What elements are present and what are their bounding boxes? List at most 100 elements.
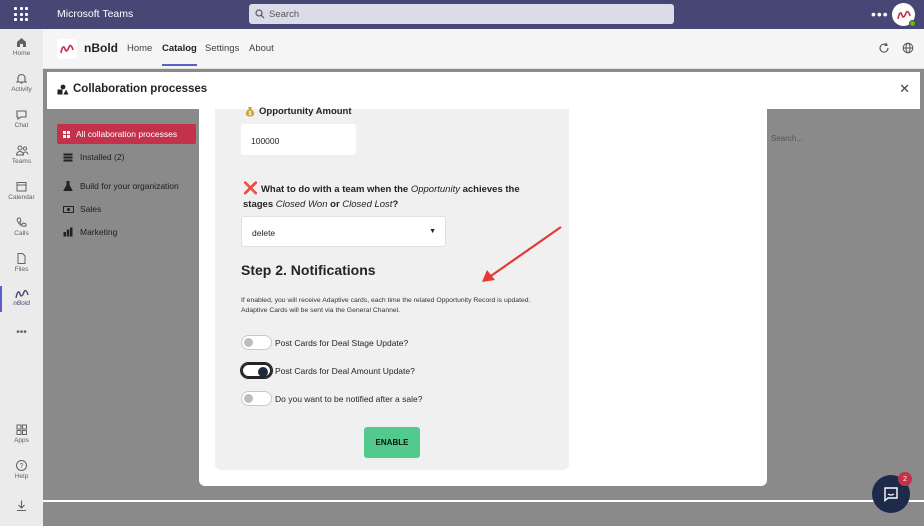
avatar[interactable] (892, 3, 916, 27)
rail-label: Apps (14, 437, 29, 444)
flask-icon (63, 181, 73, 191)
rail-teams[interactable]: Teams (0, 144, 43, 165)
background-search: Search... (771, 134, 804, 143)
refresh-icon[interactable] (878, 42, 890, 54)
app-header: nBold Home Catalog Settings About (43, 29, 924, 69)
question-text: What to do with a team when the (260, 184, 411, 195)
toggle-label: Do you want to be notified after a sale? (275, 393, 423, 404)
annotation-arrow-icon (482, 226, 562, 282)
help-icon: ? (16, 460, 27, 471)
home-icon (17, 38, 26, 47)
question-emphasis: Closed Lost (342, 199, 393, 210)
rail-chat[interactable]: Chat (0, 108, 43, 129)
svg-text:?: ? (20, 463, 24, 470)
rail-nbold[interactable]: nBold (0, 286, 43, 312)
rail-activity[interactable]: Activity (0, 72, 43, 93)
file-icon (17, 253, 26, 264)
rail-label: Teams (11, 158, 32, 165)
rail-help[interactable]: ? Help (0, 459, 43, 480)
rail-label: Help (14, 473, 29, 480)
rail-download[interactable] (0, 499, 43, 512)
rail-label: Activity (11, 86, 32, 93)
search-input[interactable]: Search (249, 4, 674, 24)
question-text: ? (392, 199, 399, 210)
tab-about[interactable]: About (249, 43, 274, 54)
grid-icon (63, 130, 70, 138)
app-name: nBold (84, 41, 118, 55)
team-action-question: ❌ What to do with a team when the Opportu… (243, 181, 543, 212)
sidebar-item-installed[interactable]: Installed (2) (62, 152, 124, 162)
chat-icon (16, 110, 27, 121)
nbold-logo (57, 39, 77, 59)
sidebar-item-marketing[interactable]: Marketing (62, 227, 117, 237)
chat-bubble-icon (884, 487, 898, 502)
tab-settings[interactable]: Settings (205, 43, 239, 54)
left-rail: Home Activity Chat Teams Calendar Calls … (0, 29, 43, 526)
rail-home[interactable]: Home (0, 36, 43, 57)
rail-label: nBold (13, 300, 30, 307)
svg-text:$: $ (249, 111, 252, 117)
rail-label: Calendar (8, 194, 35, 201)
nbold-logo-icon (60, 44, 74, 54)
presence-dot (909, 20, 916, 27)
notification-badge: 2 (898, 472, 912, 486)
download-icon (17, 500, 26, 512)
app-title: Microsoft Teams (57, 8, 134, 20)
close-icon[interactable]: ✕ (899, 81, 910, 97)
phone-icon (16, 217, 27, 227)
rail-label: Home (12, 50, 31, 57)
notifications-description: If enabled, you will receive Adaptive ca… (241, 297, 531, 314)
sidebar-item-build[interactable]: Build for your organization (62, 181, 179, 191)
rail-label: Files (14, 266, 29, 273)
globe-icon[interactable] (902, 42, 914, 54)
teams-top-bar: Microsoft Teams Search ••• (0, 0, 924, 29)
enable-button[interactable]: ENABLE (364, 427, 420, 458)
select-value: delete (252, 228, 276, 238)
sidebar-item-label: All collaboration processes (76, 129, 178, 139)
search-icon (255, 9, 265, 19)
question-text: or (327, 199, 343, 210)
field-label-text: Opportunity Amount (259, 106, 352, 117)
money-bag-icon: $ (245, 107, 255, 117)
tab-catalog[interactable]: Catalog (162, 43, 197, 66)
sidebar-item-label: Sales (80, 204, 102, 214)
team-action-select[interactable]: delete ▼ (241, 216, 446, 247)
opportunity-amount-input[interactable]: 100000 (241, 124, 356, 155)
background-bottom (43, 500, 924, 526)
question-emphasis: Opportunity (410, 184, 460, 195)
sidebar-item-sales[interactable]: Sales (62, 204, 101, 214)
tab-home[interactable]: Home (127, 43, 152, 54)
rail-label: Calls (14, 230, 29, 237)
rail-apps[interactable]: Apps (0, 423, 43, 444)
rail-more[interactable]: ••• (0, 326, 43, 338)
shapes-icon (57, 84, 69, 95)
toggle-label: Post Cards for Deal Amount Update? (275, 365, 415, 376)
app-launcher-icon[interactable] (14, 7, 28, 21)
toggle-row-deal-amount: Post Cards for Deal Amount Update? (240, 362, 415, 379)
modal-sidebar-area (47, 109, 200, 500)
deal-amount-toggle[interactable] (240, 362, 273, 379)
teams-icon (15, 145, 28, 156)
sidebar-item-all-processes[interactable]: All collaboration processes (57, 124, 196, 144)
opportunity-amount-label: $ Opportunity Amount (245, 106, 352, 117)
bar-chart-icon (63, 227, 73, 237)
rail-label: Chat (14, 122, 29, 129)
cross-mark-icon: ❌ (243, 181, 258, 195)
chevron-down-icon: ▼ (429, 228, 436, 235)
notify-sale-toggle[interactable] (241, 391, 272, 406)
rail-calls[interactable]: Calls (0, 216, 43, 237)
nbold-logo-icon (896, 10, 911, 19)
apps-icon (16, 424, 27, 435)
nbold-app-icon (14, 289, 29, 299)
stack-icon (63, 153, 73, 161)
deal-stage-toggle[interactable] (241, 335, 272, 350)
modal-header: Collaboration processes ✕ (47, 72, 920, 109)
toggle-label: Post Cards for Deal Stage Update? (275, 337, 409, 348)
rail-calendar[interactable]: Calendar (0, 180, 43, 201)
modal-title: Collaboration processes (73, 83, 208, 95)
rail-files[interactable]: Files (0, 252, 43, 273)
step-title: Step 2. Notifications (241, 262, 376, 278)
sidebar-item-label: Build for your organization (80, 181, 179, 191)
more-options-icon[interactable]: ••• (871, 6, 889, 22)
more-apps-icon: ••• (16, 327, 27, 338)
